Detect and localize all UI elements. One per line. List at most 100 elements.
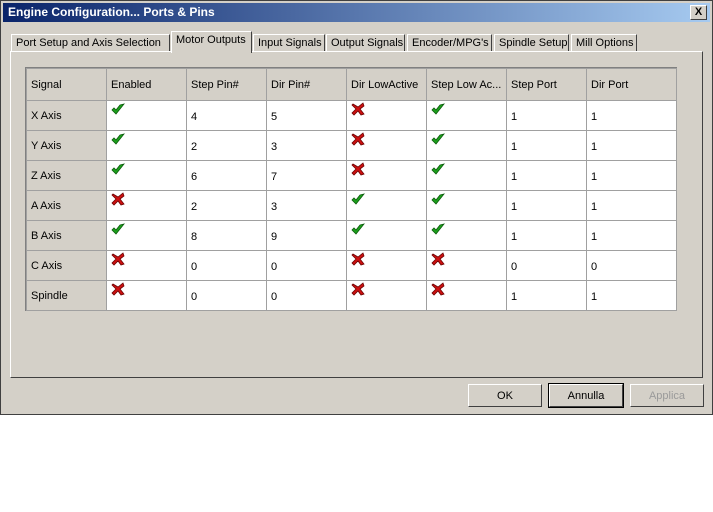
cell-signal[interactable]: X Axis xyxy=(26,100,107,131)
table-row[interactable]: Y Axis 2 3 1 1 xyxy=(26,130,677,161)
cell-value: 1 xyxy=(591,230,598,243)
cell-step-low-active[interactable] xyxy=(426,160,507,191)
cell-dir-low-active[interactable] xyxy=(346,250,427,281)
cell-dir-pin[interactable]: 3 xyxy=(266,130,347,161)
cell-step-low-active[interactable] xyxy=(426,190,507,221)
cell-value: 3 xyxy=(271,200,278,213)
cell-step-pin[interactable]: 0 xyxy=(186,250,267,281)
cell-signal[interactable]: B Axis xyxy=(26,220,107,251)
cell-signal[interactable]: C Axis xyxy=(26,250,107,281)
cell-dir-port[interactable]: 1 xyxy=(586,100,677,131)
tab-motor-outputs[interactable]: Motor Outputs xyxy=(171,31,252,53)
cell-value: 4 xyxy=(191,110,198,123)
cell-step-port[interactable]: 1 xyxy=(506,100,587,131)
cell-step-pin[interactable]: 2 xyxy=(186,130,267,161)
cell-step-pin[interactable]: 8 xyxy=(186,220,267,251)
cell-dir-pin[interactable]: 7 xyxy=(266,160,347,191)
cell-enabled[interactable] xyxy=(106,220,187,251)
cross-icon xyxy=(351,252,365,269)
tab-input-signals[interactable]: Input Signals xyxy=(253,34,325,52)
cell-value: 0 xyxy=(271,260,278,273)
tab-label: Input Signals xyxy=(258,37,322,49)
column-header-dir-low-active[interactable]: Dir LowActive xyxy=(346,68,427,101)
cell-dir-port[interactable]: 1 xyxy=(586,160,677,191)
column-header-step-port[interactable]: Step Port xyxy=(506,68,587,101)
cell-dir-low-active[interactable] xyxy=(346,160,427,191)
cell-dir-low-active[interactable] xyxy=(346,280,427,311)
column-header-dir-port[interactable]: Dir Port xyxy=(586,68,677,101)
cell-signal[interactable]: A Axis xyxy=(26,190,107,221)
cell-value: 9 xyxy=(271,230,278,243)
cell-step-low-active[interactable] xyxy=(426,250,507,281)
cross-icon xyxy=(111,282,125,299)
cell-enabled[interactable] xyxy=(106,280,187,311)
tab-output-signals[interactable]: Output Signals xyxy=(326,34,405,52)
tab-encoder-mpg[interactable]: Encoder/MPG's xyxy=(407,34,492,52)
cell-value: B Axis xyxy=(31,229,62,242)
cell-dir-low-active[interactable] xyxy=(346,130,427,161)
check-icon xyxy=(351,223,365,239)
cell-signal[interactable]: Z Axis xyxy=(26,160,107,191)
table-row[interactable]: C Axis 0 0 0 0 xyxy=(26,250,677,281)
cell-enabled[interactable] xyxy=(106,190,187,221)
cell-dir-pin[interactable]: 3 xyxy=(266,190,347,221)
cell-enabled[interactable] xyxy=(106,100,187,131)
cell-step-port[interactable]: 1 xyxy=(506,130,587,161)
cell-dir-low-active[interactable] xyxy=(346,220,427,251)
cross-icon xyxy=(111,252,125,269)
cell-enabled[interactable] xyxy=(106,250,187,281)
cell-dir-port[interactable]: 1 xyxy=(586,190,677,221)
apply-label: Applica xyxy=(648,389,686,402)
table-row[interactable]: A Axis 2 3 1 1 xyxy=(26,190,677,221)
check-icon xyxy=(431,103,445,119)
cell-step-pin[interactable]: 0 xyxy=(186,280,267,311)
column-header-step-low-active[interactable]: Step Low Ac... xyxy=(426,68,507,101)
cell-dir-port[interactable]: 1 xyxy=(586,280,677,311)
table-row[interactable]: Spindle 0 0 1 1 xyxy=(26,280,677,311)
cell-dir-port[interactable]: 1 xyxy=(586,130,677,161)
table-row[interactable]: Z Axis 6 7 1 1 xyxy=(26,160,677,191)
cell-signal[interactable]: Spindle xyxy=(26,280,107,311)
cell-dir-low-active[interactable] xyxy=(346,190,427,221)
cell-dir-pin[interactable]: 5 xyxy=(266,100,347,131)
column-header-signal[interactable]: Signal xyxy=(26,68,107,101)
cell-signal[interactable]: Y Axis xyxy=(26,130,107,161)
tab-mill-options[interactable]: Mill Options xyxy=(571,34,637,52)
cell-enabled[interactable] xyxy=(106,160,187,191)
ok-button[interactable]: OK xyxy=(468,384,542,407)
column-header-dir-pin[interactable]: Dir Pin# xyxy=(266,68,347,101)
close-button[interactable]: X xyxy=(690,5,707,20)
cell-enabled[interactable] xyxy=(106,130,187,161)
column-header-step-pin[interactable]: Step Pin# xyxy=(186,68,267,101)
cell-dir-pin[interactable]: 9 xyxy=(266,220,347,251)
cell-dir-low-active[interactable] xyxy=(346,100,427,131)
cell-dir-pin[interactable]: 0 xyxy=(266,250,347,281)
title-bar[interactable]: Engine Configuration... Ports & Pins X xyxy=(3,3,710,22)
table-row[interactable]: X Axis 4 5 1 1 xyxy=(26,100,677,131)
cell-step-low-active[interactable] xyxy=(426,220,507,251)
cell-step-port[interactable]: 1 xyxy=(506,220,587,251)
cell-dir-port[interactable]: 1 xyxy=(586,220,677,251)
cell-dir-port[interactable]: 0 xyxy=(586,250,677,281)
apply-button[interactable]: Applica xyxy=(630,384,704,407)
tab-port-setup[interactable]: Port Setup and Axis Selection xyxy=(11,34,170,52)
column-header-enabled[interactable]: Enabled xyxy=(106,68,187,101)
cell-step-pin[interactable]: 2 xyxy=(186,190,267,221)
tab-spindle-setup[interactable]: Spindle Setup xyxy=(494,34,569,52)
cell-step-pin[interactable]: 4 xyxy=(186,100,267,131)
table-row[interactable]: B Axis 8 9 1 1 xyxy=(26,220,677,251)
cell-step-port[interactable]: 1 xyxy=(506,280,587,311)
cell-step-low-active[interactable] xyxy=(426,130,507,161)
cell-step-port[interactable]: 1 xyxy=(506,160,587,191)
cell-step-port[interactable]: 0 xyxy=(506,250,587,281)
motor-outputs-grid[interactable]: Signal Enabled Step Pin# Dir Pin# Dir Lo… xyxy=(25,67,677,311)
cell-step-low-active[interactable] xyxy=(426,100,507,131)
cell-value: 0 xyxy=(191,290,198,303)
cell-step-pin[interactable]: 6 xyxy=(186,160,267,191)
cancel-button[interactable]: Annulla xyxy=(548,383,624,408)
cell-value: Y Axis xyxy=(31,139,62,152)
cell-step-port[interactable]: 1 xyxy=(506,190,587,221)
cell-step-low-active[interactable] xyxy=(426,280,507,311)
cell-value: 8 xyxy=(191,230,198,243)
cell-dir-pin[interactable]: 0 xyxy=(266,280,347,311)
